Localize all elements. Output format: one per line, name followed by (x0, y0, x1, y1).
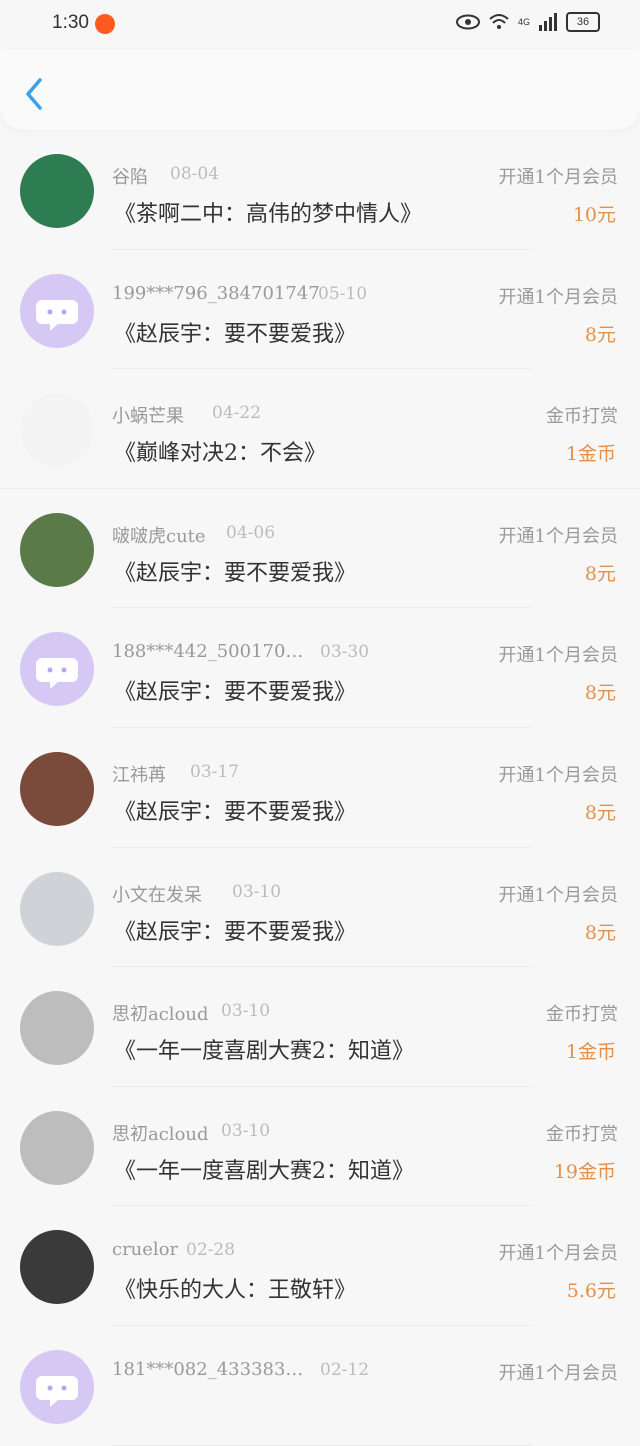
user-name: 江祎苒 (112, 764, 166, 786)
transaction-amount: 8元 (584, 323, 616, 346)
wifi-icon (489, 14, 509, 29)
list-item[interactable]: 小蜗芒果 04-22 《巅峰对决2：不会》 金币打赏 1金币 (0, 369, 640, 489)
transaction-amount: 10元 (572, 204, 616, 226)
transaction-amount: 8元 (584, 921, 616, 944)
header-bar (0, 50, 640, 130)
user-name: 小蜗芒果 (112, 406, 184, 428)
list-item[interactable]: 小文在发呆 03-10 《赵辰宇：要不要爱我》 开通1个月会员 8元 (0, 848, 640, 968)
book-title: 《一年一度喜剧大赛2：知道》 (114, 1039, 414, 1065)
battery-indicator: 36 (566, 12, 600, 32)
app-notification-icon (95, 14, 115, 34)
transaction-type: 开通1个月会员 (498, 525, 618, 547)
transaction-date: 03-10 (221, 1001, 271, 1022)
eye-icon (455, 14, 480, 30)
status-time: 1:30 (52, 12, 89, 33)
transaction-date: 03-30 (320, 642, 370, 663)
transaction-date: 02-28 (186, 1240, 236, 1261)
avatar[interactable] (20, 751, 94, 826)
book-title: 《赵辰宇：要不要爱我》 (114, 680, 357, 706)
user-name: 181***082_433383… (112, 1358, 304, 1380)
transaction-type: 金币打赏 (546, 1123, 618, 1145)
user-name: 199***796_384701747 (112, 282, 320, 304)
avatar[interactable] (20, 393, 94, 468)
user-name: 小文在发呆 (112, 884, 202, 906)
book-title: 《快乐的大人：王敬轩》 (114, 1278, 357, 1304)
user-name: 啵啵虎cute (112, 525, 206, 547)
transaction-amount: 19金币 (553, 1160, 616, 1183)
transaction-type: 开通1个月会员 (498, 167, 618, 188)
transaction-list: 谷陷 08-04 《茶啊二中：高伟的梦中情人》 开通1个月会员 10元 199***796… (0, 130, 640, 1446)
book-title: 《赵辰宇：要不要爱我》 (114, 560, 357, 586)
transaction-date: 04-22 (212, 403, 262, 424)
list-item[interactable]: 啵啵虎cute 04-06 《赵辰宇：要不要爱我》 开通1个月会员 8元 (0, 489, 640, 609)
user-name: 思初acloud (112, 1004, 209, 1026)
list-item[interactable]: 188***442_500170… 03-30 《赵辰宇：要不要爱我》 开通1个月会员… (0, 608, 640, 728)
transaction-type: 开通1个月会员 (498, 645, 618, 667)
transaction-type: 开通1个月会员 (498, 1243, 618, 1265)
avatar[interactable] (20, 871, 94, 946)
transaction-amount: 5.6元 (566, 1280, 616, 1303)
transaction-amount: 8元 (584, 562, 616, 585)
transaction-date: 03-10 (232, 881, 282, 902)
default-avatar-icon (36, 658, 78, 690)
transaction-date: 08-04 (170, 164, 220, 184)
transaction-type: 金币打赏 (546, 1004, 618, 1026)
list-item[interactable]: 思初acloud 03-10 《一年一度喜剧大赛2：知道》 金币打赏 1金币 (0, 967, 640, 1087)
book-title: 《赵辰宇：要不要爱我》 (114, 919, 357, 945)
network-type: 4G (517, 17, 530, 27)
transaction-amount: 8元 (584, 801, 616, 824)
list-item[interactable]: 181***082_433383… 02-12 开通1个月会员 (0, 1326, 640, 1446)
book-title: 《茶啊二中：高伟的梦中情人》 (114, 202, 423, 227)
avatar[interactable] (20, 1230, 94, 1305)
avatar[interactable] (20, 632, 94, 707)
transaction-type: 开通1个月会员 (498, 764, 618, 786)
transaction-amount: 1金币 (565, 1041, 616, 1064)
transaction-type: 金币打赏 (546, 406, 618, 428)
transaction-type: 开通1个月会员 (498, 286, 618, 308)
default-avatar-icon (36, 299, 78, 331)
list-item[interactable]: cruelor 02-28 《快乐的大人：王敬轩》 开通1个月会员 5.6元 (0, 1206, 640, 1326)
status-icons: 4G 36 (455, 12, 600, 32)
back-arrow-icon[interactable] (22, 78, 46, 110)
avatar[interactable] (20, 1110, 94, 1185)
avatar[interactable] (20, 512, 94, 587)
list-item[interactable]: 思初acloud 03-10 《一年一度喜剧大赛2：知道》 金币打赏 19金币 (0, 1087, 640, 1207)
avatar[interactable] (20, 273, 94, 348)
row-divider (112, 1444, 532, 1446)
avatar[interactable] (20, 1349, 94, 1424)
transaction-date: 05-10 (318, 283, 368, 304)
signal-icon (539, 13, 557, 31)
avatar[interactable] (20, 991, 94, 1066)
book-title: 《赵辰宇：要不要爱我》 (114, 799, 357, 825)
default-avatar-icon (36, 1375, 78, 1407)
user-name: cruelor (112, 1239, 179, 1261)
avatar[interactable] (20, 154, 94, 228)
status-bar: 1:30 4G 36 (0, 0, 640, 50)
user-name: 谷陷 (112, 167, 148, 188)
book-title: 《巅峰对决2：不会》 (114, 441, 326, 467)
list-item[interactable]: 江祎苒 03-17 《赵辰宇：要不要爱我》 开通1个月会员 8元 (0, 728, 640, 848)
transaction-date: 04-06 (226, 522, 276, 543)
book-title: 《赵辰宇：要不要爱我》 (114, 321, 357, 347)
list-item[interactable]: 谷陷 08-04 《茶啊二中：高伟的梦中情人》 开通1个月会员 10元 (0, 130, 640, 250)
transaction-amount: 1金币 (565, 443, 616, 466)
book-title: 《一年一度喜剧大赛2：知道》 (114, 1158, 414, 1184)
transaction-date: 03-10 (221, 1120, 271, 1141)
transaction-amount: 8元 (584, 682, 616, 705)
transaction-type: 开通1个月会员 (498, 1362, 618, 1384)
user-name: 188***442_500170… (112, 641, 304, 663)
list-item[interactable]: 199***796_384701747 05-10 《赵辰宇：要不要爱我》 开通1个月… (0, 250, 640, 370)
transaction-date: 03-17 (190, 761, 240, 782)
user-name: 思初acloud (112, 1123, 209, 1145)
transaction-type: 开通1个月会员 (498, 884, 618, 906)
